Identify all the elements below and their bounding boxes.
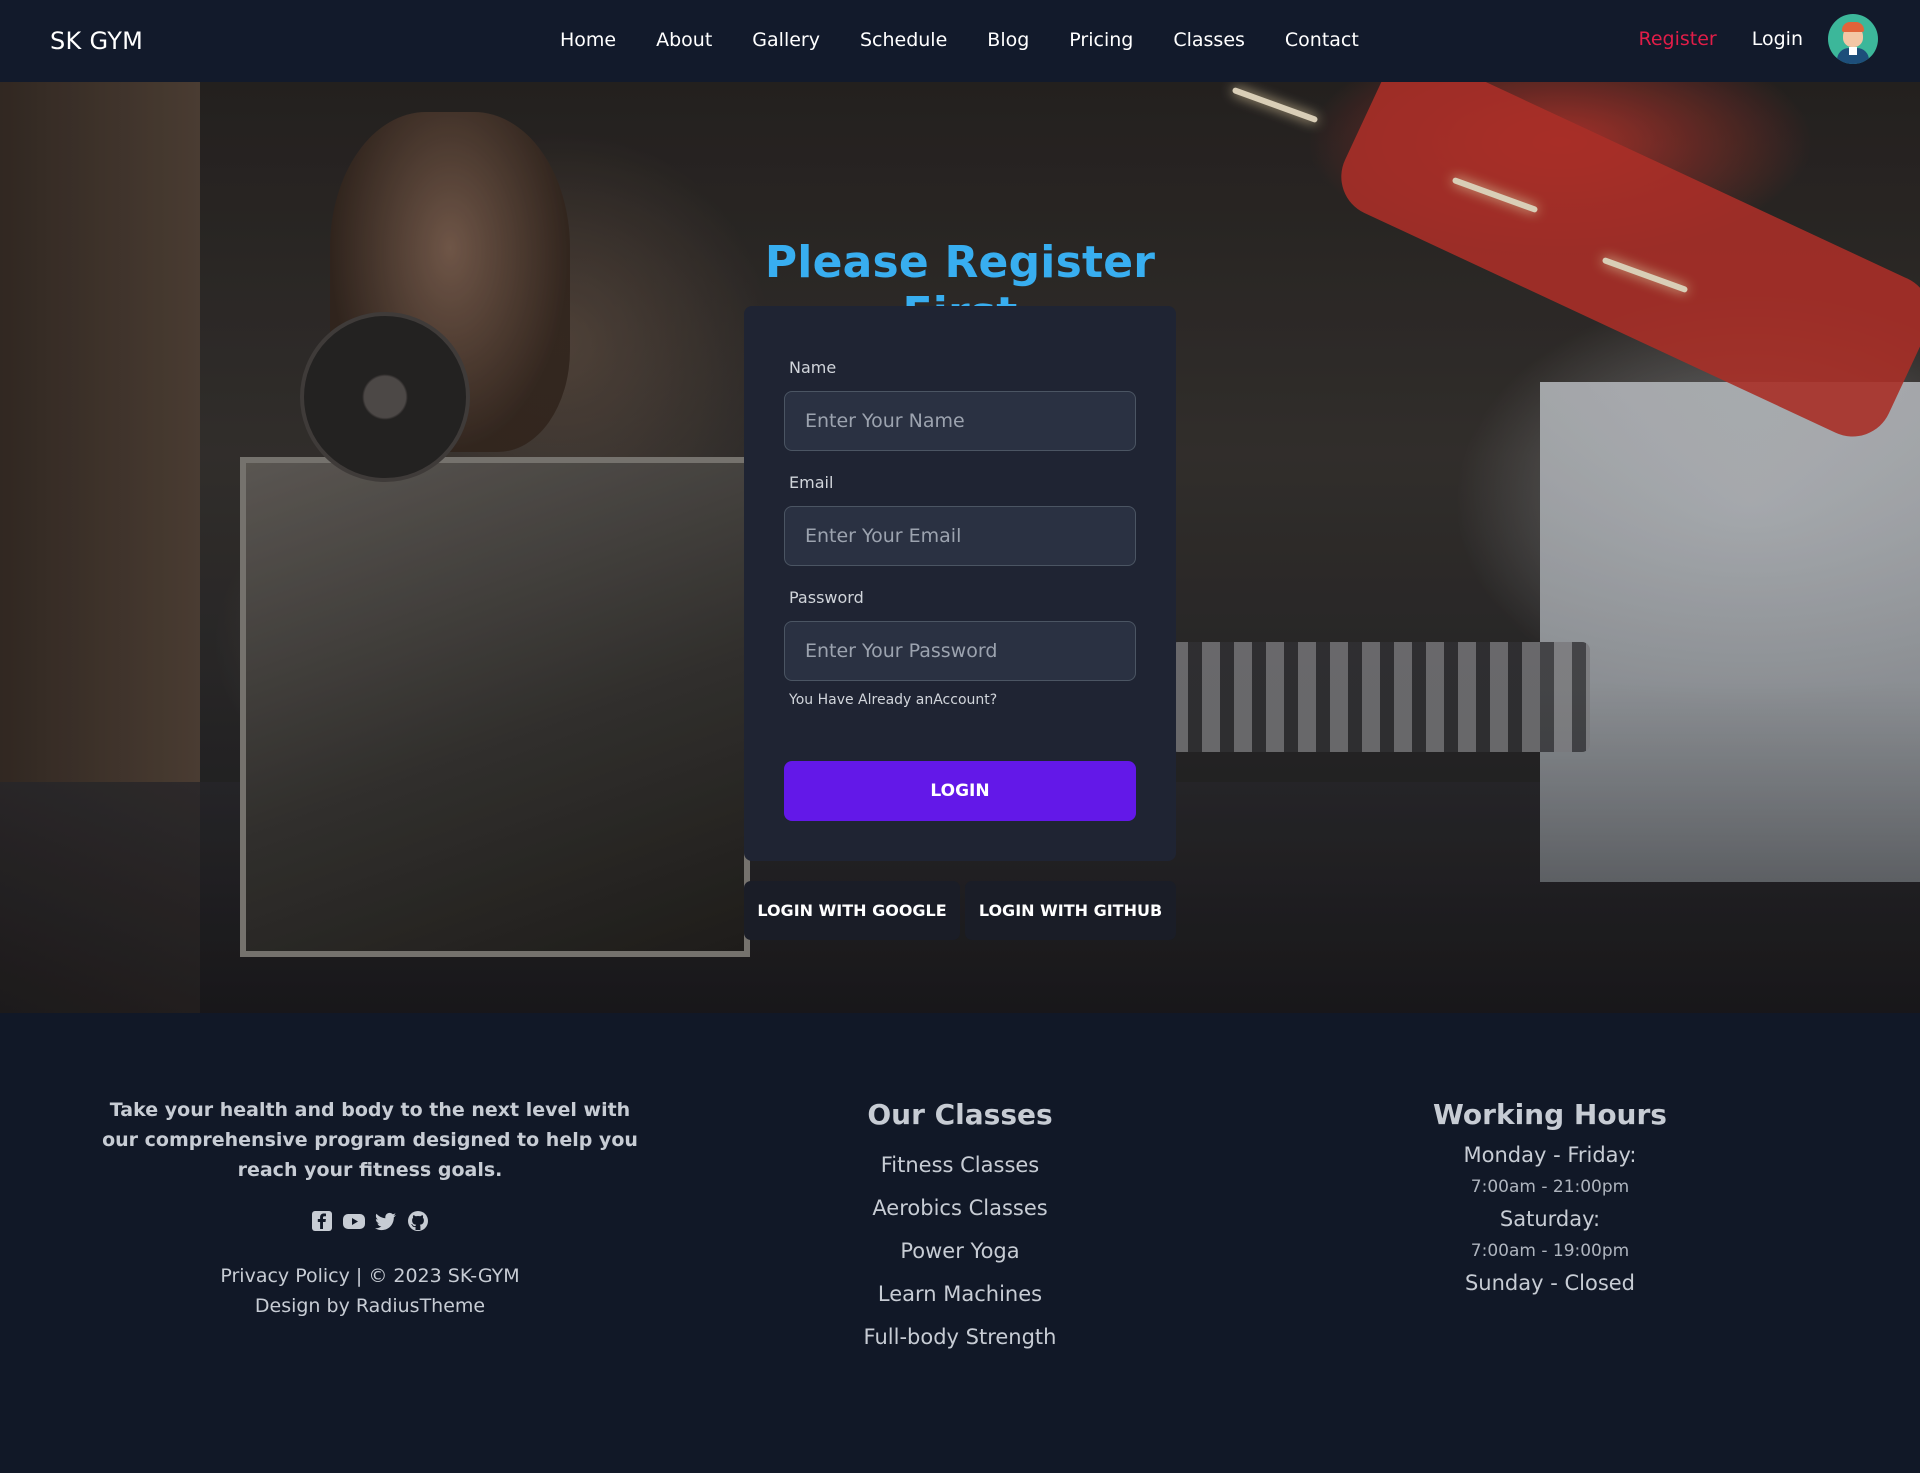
class-item[interactable]: Learn Machines (800, 1282, 1120, 1306)
register-form-card: Name Email Password You Have Already anA… (744, 306, 1176, 861)
email-label: Email (789, 473, 834, 492)
hours-time: 7:00am - 19:00pm (1470, 1241, 1630, 1261)
footer: Take your health and body to the next le… (0, 1013, 1920, 1473)
top-navbar: SK GYM Home About Gallery Schedule Blog … (0, 0, 1920, 82)
privacy-copyright-text[interactable]: Privacy Policy | © 2023 SK-GYM (100, 1261, 640, 1291)
login-link[interactable]: Login (1752, 28, 1803, 50)
twitter-icon[interactable] (374, 1209, 398, 1233)
class-item[interactable]: Fitness Classes (800, 1153, 1120, 1177)
email-input[interactable] (784, 506, 1136, 566)
already-have-account-link[interactable]: You Have Already anAccount? (789, 692, 997, 708)
nav-link-gallery[interactable]: Gallery (752, 29, 820, 51)
hours-title: Working Hours (1433, 1098, 1667, 1131)
hours-day: Saturday: (1499, 1207, 1601, 1231)
social-icons (310, 1209, 430, 1233)
footer-about-text: Take your health and body to the next le… (102, 1099, 638, 1181)
footer-classes-column: Our Classes Fitness Classes Aerobics Cla… (800, 1098, 1120, 1349)
class-item[interactable]: Full-body Strength (800, 1325, 1120, 1349)
hours-day: Sunday - Closed (1464, 1271, 1636, 1295)
class-item[interactable]: Power Yoga (800, 1239, 1120, 1263)
design-credit-text: Design by RadiusTheme (254, 1295, 486, 1317)
footer-hours-column: Working Hours Monday - Friday: 7:00am - … (1390, 1098, 1710, 1295)
brand-logo[interactable]: SK GYM (50, 27, 143, 55)
login-with-github-button[interactable]: LOGIN WITH GITHUB (965, 881, 1176, 940)
name-input[interactable] (784, 391, 1136, 451)
nav-account-area: Register Login (1639, 14, 1878, 64)
password-input[interactable] (784, 621, 1136, 681)
hours-day: Monday - Friday: (1463, 1143, 1637, 1167)
nav-link-contact[interactable]: Contact (1285, 29, 1359, 51)
nav-link-home[interactable]: Home (560, 29, 616, 51)
youtube-icon[interactable] (342, 1209, 366, 1233)
facebook-icon[interactable] (310, 1209, 334, 1233)
login-with-google-button[interactable]: LOGIN WITH GOOGLE (744, 881, 960, 940)
nav-link-classes[interactable]: Classes (1173, 29, 1245, 51)
register-link[interactable]: Register (1639, 28, 1717, 50)
nav-link-schedule[interactable]: Schedule (860, 29, 947, 51)
nav-link-about[interactable]: About (656, 29, 712, 51)
classes-title: Our Classes (867, 1098, 1053, 1131)
name-label: Name (789, 358, 837, 377)
nav-links: Home About Gallery Schedule Blog Pricing… (560, 29, 1399, 51)
class-item[interactable]: Aerobics Classes (800, 1196, 1120, 1220)
hours-time: 7:00am - 21:00pm (1470, 1177, 1630, 1197)
nav-link-pricing[interactable]: Pricing (1069, 29, 1133, 51)
footer-legal: Privacy Policy | © 2023 SK-GYM Design by… (100, 1261, 640, 1321)
nav-link-blog[interactable]: Blog (987, 29, 1029, 51)
password-label: Password (789, 588, 864, 607)
user-avatar-icon[interactable] (1828, 14, 1878, 64)
login-button[interactable]: LOGIN (784, 761, 1136, 821)
github-icon[interactable] (406, 1209, 430, 1233)
